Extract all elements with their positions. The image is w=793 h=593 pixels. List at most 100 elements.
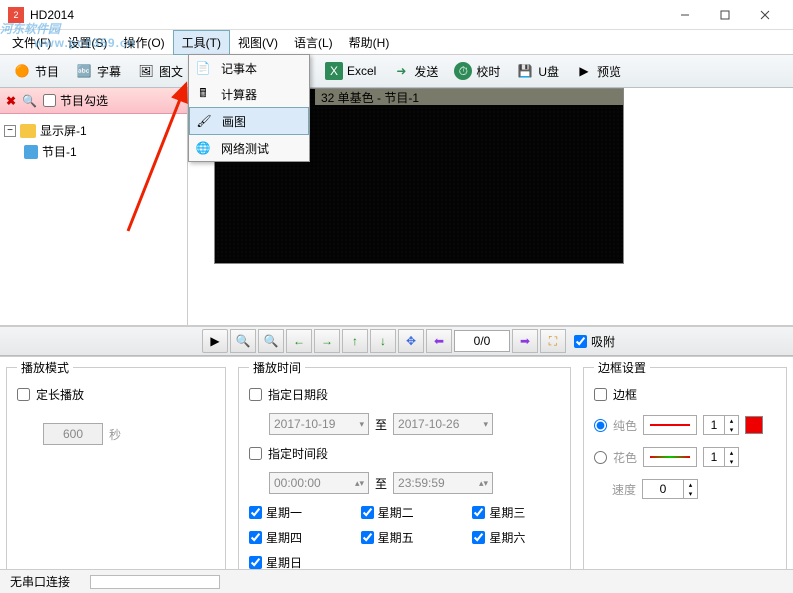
program-tree: − 显示屏-1 节目-1 (0, 114, 187, 325)
date-range-label: 指定日期段 (268, 386, 328, 403)
tb-program[interactable]: 🟠节目 (6, 58, 66, 84)
wk-wed[interactable]: 星期三 (472, 504, 560, 521)
nav-next[interactable]: ➡ (512, 329, 538, 353)
panel-playmode: 播放模式 定长播放 秒 (6, 367, 226, 574)
tb-timing[interactable]: ⏱校时 (447, 58, 507, 84)
solid-swatch[interactable] (643, 415, 697, 435)
legend-playtime: 播放时间 (249, 359, 305, 376)
status-bar: 无串口连接 (0, 569, 793, 593)
tb-excel-label: Excel (347, 64, 376, 78)
imgtext-icon: 🖼 (137, 62, 155, 80)
dd-calc[interactable]: 🖩 计算器 (189, 81, 309, 107)
time-range-check[interactable] (249, 447, 262, 460)
pattern-swatch[interactable] (643, 447, 697, 467)
dd-nettest[interactable]: 🌐 网络测试 (189, 135, 309, 161)
notepad-icon: 📄 (193, 59, 213, 77)
date-to[interactable]: 2017-10-26▾ (393, 413, 493, 435)
nav-fit[interactable]: ⛶ (540, 329, 566, 353)
weekday-grid: 星期一 星期二 星期三 星期四 星期五 星期六 星期日 (249, 504, 560, 571)
menu-help[interactable]: 帮助(H) (341, 31, 398, 54)
collapse-icon[interactable]: − (4, 125, 16, 137)
wk-fri[interactable]: 星期五 (361, 529, 449, 546)
radio-solid[interactable] (594, 419, 607, 432)
menu-lang[interactable]: 语言(L) (286, 31, 341, 54)
menu-file[interactable]: 文件(F) (4, 31, 59, 54)
tree-child[interactable]: 节目-1 (24, 141, 183, 162)
seconds-field[interactable] (43, 423, 103, 445)
paint-icon: 🖌 (194, 112, 214, 130)
tb-udisk[interactable]: 💾U盘 (509, 58, 566, 84)
seconds-unit: 秒 (109, 426, 121, 443)
solid-label: 纯色 (613, 417, 637, 434)
legend-playmode: 播放模式 (17, 359, 73, 376)
wk-sat[interactable]: 星期六 (472, 529, 560, 546)
tb-excel[interactable]: X Excel (318, 58, 383, 84)
window-title: HD2014 (30, 8, 665, 22)
send-icon: ➜ (392, 62, 410, 80)
tree-root[interactable]: − 显示屏-1 (4, 120, 183, 141)
left-panel-header: ✖ 🔍 节目勾选 (0, 88, 187, 114)
speed-label: 速度 (612, 481, 636, 498)
radio-pattern[interactable] (594, 451, 607, 464)
tb-send[interactable]: ➜发送 (385, 58, 445, 84)
tree-child-label: 节目-1 (42, 143, 77, 160)
tb-preview[interactable]: ▶预览 (568, 58, 628, 84)
menu-operate[interactable]: 操作(O) (115, 31, 172, 54)
app-icon: 2 (8, 7, 24, 23)
program-icon: 🟠 (13, 62, 31, 80)
close-button[interactable] (745, 1, 785, 29)
fixed-len-check[interactable] (17, 388, 30, 401)
snap-label[interactable]: 吸附 (574, 333, 615, 350)
left-panel: ✖ 🔍 节目勾选 − 显示屏-1 节目-1 (0, 88, 188, 325)
pattern-spin[interactable]: ▴▾ (703, 447, 739, 467)
nav-zoomin[interactable]: 🔍 (258, 329, 284, 353)
solid-spin[interactable]: ▴▾ (703, 415, 739, 435)
menu-view[interactable]: 视图(V) (230, 31, 286, 54)
color-box[interactable] (745, 416, 763, 434)
wk-thu[interactable]: 星期四 (249, 529, 337, 546)
time-to[interactable]: 23:59:59▴▾ (393, 472, 493, 494)
nav-left[interactable]: ← (286, 329, 312, 353)
snap-check[interactable] (574, 335, 587, 348)
excel-icon: X (325, 62, 343, 80)
dd-paint[interactable]: 🖌 画图 (189, 107, 309, 135)
program-check-label[interactable]: 节目勾选 (43, 92, 108, 109)
progress-bar (90, 575, 220, 589)
play-icon: ▶ (575, 62, 593, 80)
time-to-lbl: 至 (375, 475, 387, 492)
delete-icon[interactable]: ✖ (6, 94, 16, 108)
time-from[interactable]: 00:00:00▴▾ (269, 472, 369, 494)
tb-subtitle[interactable]: 🔤字幕 (68, 58, 128, 84)
wk-mon[interactable]: 星期一 (249, 504, 337, 521)
speed-spin[interactable]: ▴▾ (642, 479, 698, 499)
border-label: 边框 (613, 386, 637, 403)
page-field[interactable] (454, 330, 510, 352)
minimize-button[interactable] (665, 1, 705, 29)
date-from[interactable]: 2017-10-19▾ (269, 413, 369, 435)
search-icon[interactable]: 🔍 (22, 94, 37, 108)
date-range-check[interactable] (249, 388, 262, 401)
nav-zoomout[interactable]: 🔍 (230, 329, 256, 353)
folder-icon (20, 124, 36, 138)
nav-up[interactable]: ↑ (342, 329, 368, 353)
nav-right[interactable]: → (314, 329, 340, 353)
nav-move[interactable]: ✥ (398, 329, 424, 353)
wk-tue[interactable]: 星期二 (361, 504, 449, 521)
clock-icon: ⏱ (454, 62, 472, 80)
menu-settings[interactable]: 设置(S) (59, 31, 115, 54)
border-check[interactable] (594, 388, 607, 401)
tools-dropdown: 📄 记事本 🖩 计算器 🖌 画图 🌐 网络测试 (188, 54, 310, 162)
menu-tools[interactable]: 工具(T) (173, 30, 230, 55)
program-check[interactable] (43, 94, 56, 107)
dd-notepad[interactable]: 📄 记事本 (189, 55, 309, 81)
preview-strip: 32 单基色 - 节目-1 (315, 89, 623, 105)
tb-program-label: 节目 (35, 63, 59, 80)
maximize-button[interactable] (705, 1, 745, 29)
nav-down[interactable]: ↓ (370, 329, 396, 353)
nav-play[interactable]: ▶ (202, 329, 228, 353)
panel-border: 边框设置 边框 纯色 ▴▾ 花色 ▴▾ 速度 ▴▾ (583, 367, 787, 574)
tb-imgtext[interactable]: 🖼图文 (130, 58, 190, 84)
nav-prev[interactable]: ⬅ (426, 329, 452, 353)
dd-nettest-label: 网络测试 (221, 140, 269, 157)
pattern-label: 花色 (613, 449, 637, 466)
